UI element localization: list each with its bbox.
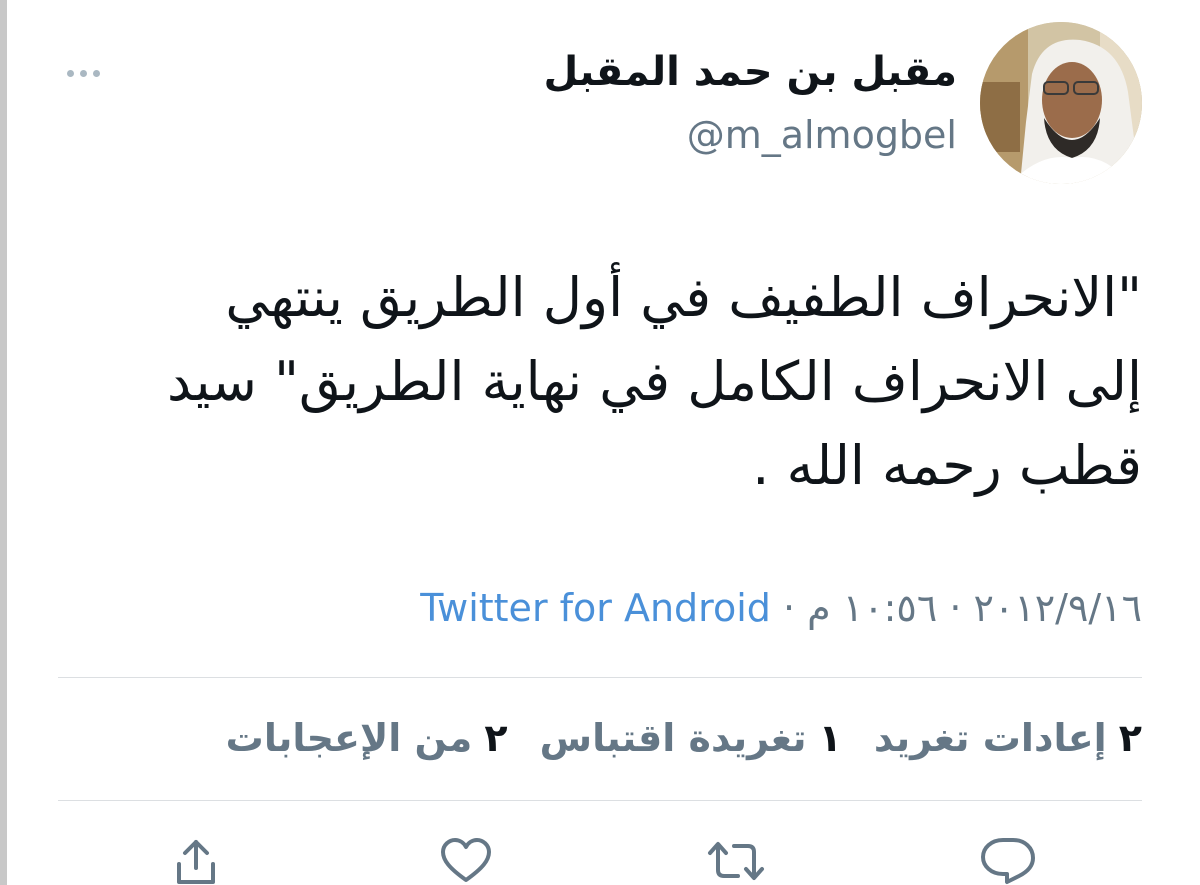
reply-icon — [981, 838, 1035, 884]
tweet-stats: ٢ إعادات تغريد ١ تغريدة اقتباس ٢ من الإع… — [226, 710, 1142, 766]
user-handle[interactable]: @m_almogbel — [687, 110, 957, 160]
reply-button[interactable] — [978, 836, 1038, 885]
retweets-stat[interactable]: ٢ إعادات تغريد — [862, 716, 1142, 760]
tweet-date[interactable]: ٢٠١٢/٩/١٦ — [974, 586, 1142, 630]
retweet-icon — [708, 842, 764, 880]
tweet-text-line: إلى الانحراف الكامل في نهاية الطريق" سيد — [167, 350, 1142, 413]
tweet-text: "الانحراف الطفيف في أول الطريق ينتهي إلى… — [52, 256, 1142, 508]
like-icon — [441, 838, 491, 882]
meta-separator: · — [782, 586, 796, 630]
likes-count: ٢ — [484, 716, 508, 760]
more-dot — [66, 69, 74, 77]
quotes-count: ١ — [818, 716, 842, 760]
avatar[interactable] — [980, 22, 1142, 184]
divider — [58, 677, 1142, 678]
like-button[interactable] — [436, 836, 496, 885]
tweet-meta: ٢٠١٢/٩/١٦ · ١٠:٥٦ م · Twitter for Androi… — [420, 580, 1142, 636]
likes-label: من الإعجابات — [225, 716, 473, 760]
quotes-stat[interactable]: ١ تغريدة اقتباس — [528, 716, 842, 760]
retweet-button[interactable] — [706, 836, 766, 885]
tweet-detail-page: مقبل بن حمد المقبل @m_almogbel "الانحراف… — [0, 0, 1200, 885]
retweets-label: إعادات تغريد — [873, 716, 1107, 760]
tweet-source-link[interactable]: Twitter for Android — [420, 586, 771, 630]
more-options-icon[interactable] — [60, 60, 106, 86]
divider — [58, 800, 1142, 801]
more-dot — [79, 69, 87, 77]
display-name[interactable]: مقبل بن حمد المقبل — [544, 46, 958, 98]
more-dot — [92, 69, 100, 77]
likes-stat[interactable]: ٢ من الإعجابات — [226, 716, 508, 760]
quotes-label: تغريدة اقتباس — [539, 716, 807, 760]
share-button[interactable] — [166, 836, 226, 885]
tweet-text-line: "الانحراف الطفيف في أول الطريق ينتهي — [225, 266, 1142, 329]
left-border — [0, 0, 7, 885]
avatar-photo — [980, 22, 1142, 184]
tweet-text-line: قطب رحمه الله . — [752, 434, 1142, 497]
tweet-time[interactable]: ١٠:٥٦ م — [807, 586, 937, 630]
retweets-count: ٢ — [1118, 716, 1142, 760]
meta-separator: · — [949, 586, 962, 630]
share-icon — [177, 840, 215, 884]
